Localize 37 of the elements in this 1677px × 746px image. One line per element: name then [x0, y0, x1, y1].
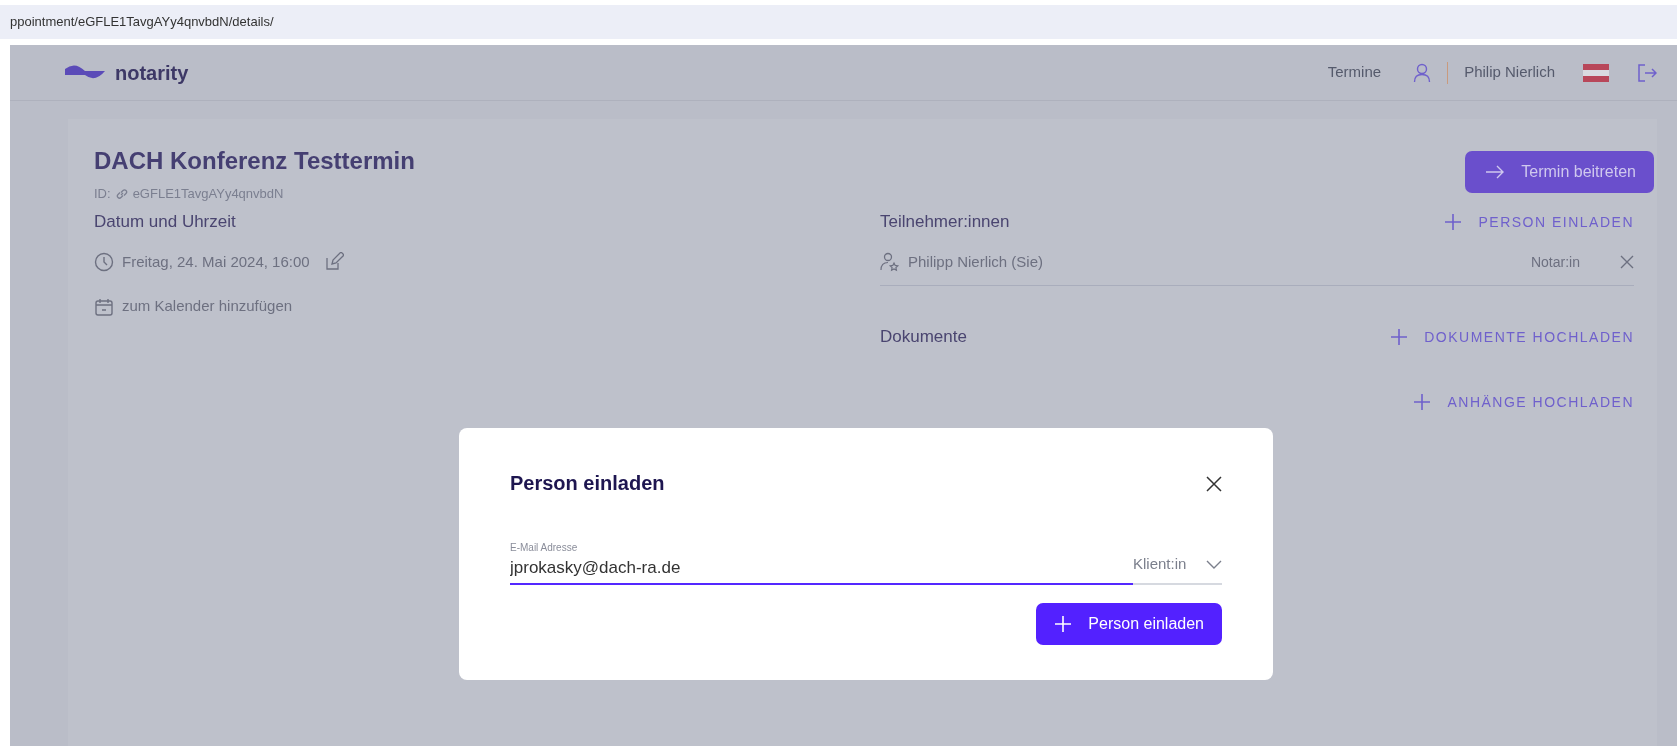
- user-star-icon: [880, 252, 900, 273]
- arrow-icon: [1485, 164, 1506, 180]
- logo-text[interactable]: notarity: [115, 57, 189, 88]
- date-time: Freitag, 24. Mai 2024, 16:00: [122, 251, 310, 272]
- invite-button[interactable]: PERSON EINLADEN: [1444, 211, 1634, 233]
- calendar-link[interactable]: zum Kalender hinzufügen: [122, 295, 293, 318]
- section-heading: Dokumente: [880, 326, 967, 349]
- plus-icon: [1054, 614, 1073, 633]
- section-heading: Teilnehmer:innen: [880, 211, 1010, 234]
- invite-submit-button[interactable]: Person einladen: [1036, 602, 1222, 645]
- dialog-title: Person einladen: [510, 471, 665, 496]
- clock-icon: [94, 252, 114, 273]
- upload-button[interactable]: ANHÄNGE HOCHLADEN: [1413, 391, 1634, 413]
- participant-role: Notar:in: [1530, 252, 1580, 272]
- appointment-title: DACH Konferenz Testtermin: [94, 147, 415, 176]
- nav-link[interactable]: Termine: [1327, 61, 1382, 84]
- chevron-down-icon: [1206, 559, 1222, 570]
- calendar-icon: [94, 296, 114, 317]
- logout-icon[interactable]: [1637, 62, 1657, 83]
- section-heading: Datum und Uhrzeit: [94, 211, 237, 234]
- close-icon[interactable]: [1620, 255, 1634, 270]
- upload-button[interactable]: DOKUMENTE HOCHLADEN: [1390, 326, 1634, 348]
- user-icon[interactable]: [1413, 62, 1432, 83]
- plus-icon: [1444, 213, 1463, 232]
- plus-icon: [1413, 393, 1432, 412]
- link-icon: [114, 186, 129, 201]
- close-icon: [1206, 475, 1222, 492]
- url-text[interactable]: ppointment/eGFLE1TavgAYy4qnvbdN/details/: [0, 5, 1677, 39]
- plus-icon: [1390, 328, 1409, 347]
- flag-icon[interactable]: [1583, 63, 1609, 82]
- join-button[interactable]: Termin beitreten: [1465, 151, 1654, 193]
- appointment-id: eGFLE1TavgAYy4qnvbdN: [132, 184, 284, 203]
- id-label: ID:: [94, 184, 111, 203]
- user-name[interactable]: Philip Nierlich: [1464, 61, 1555, 84]
- role-dropdown[interactable]: Klient:in: [1133, 553, 1222, 585]
- participant-name: Philipp Nierlich (Sie): [908, 251, 1044, 272]
- edit-icon[interactable]: [323, 252, 344, 273]
